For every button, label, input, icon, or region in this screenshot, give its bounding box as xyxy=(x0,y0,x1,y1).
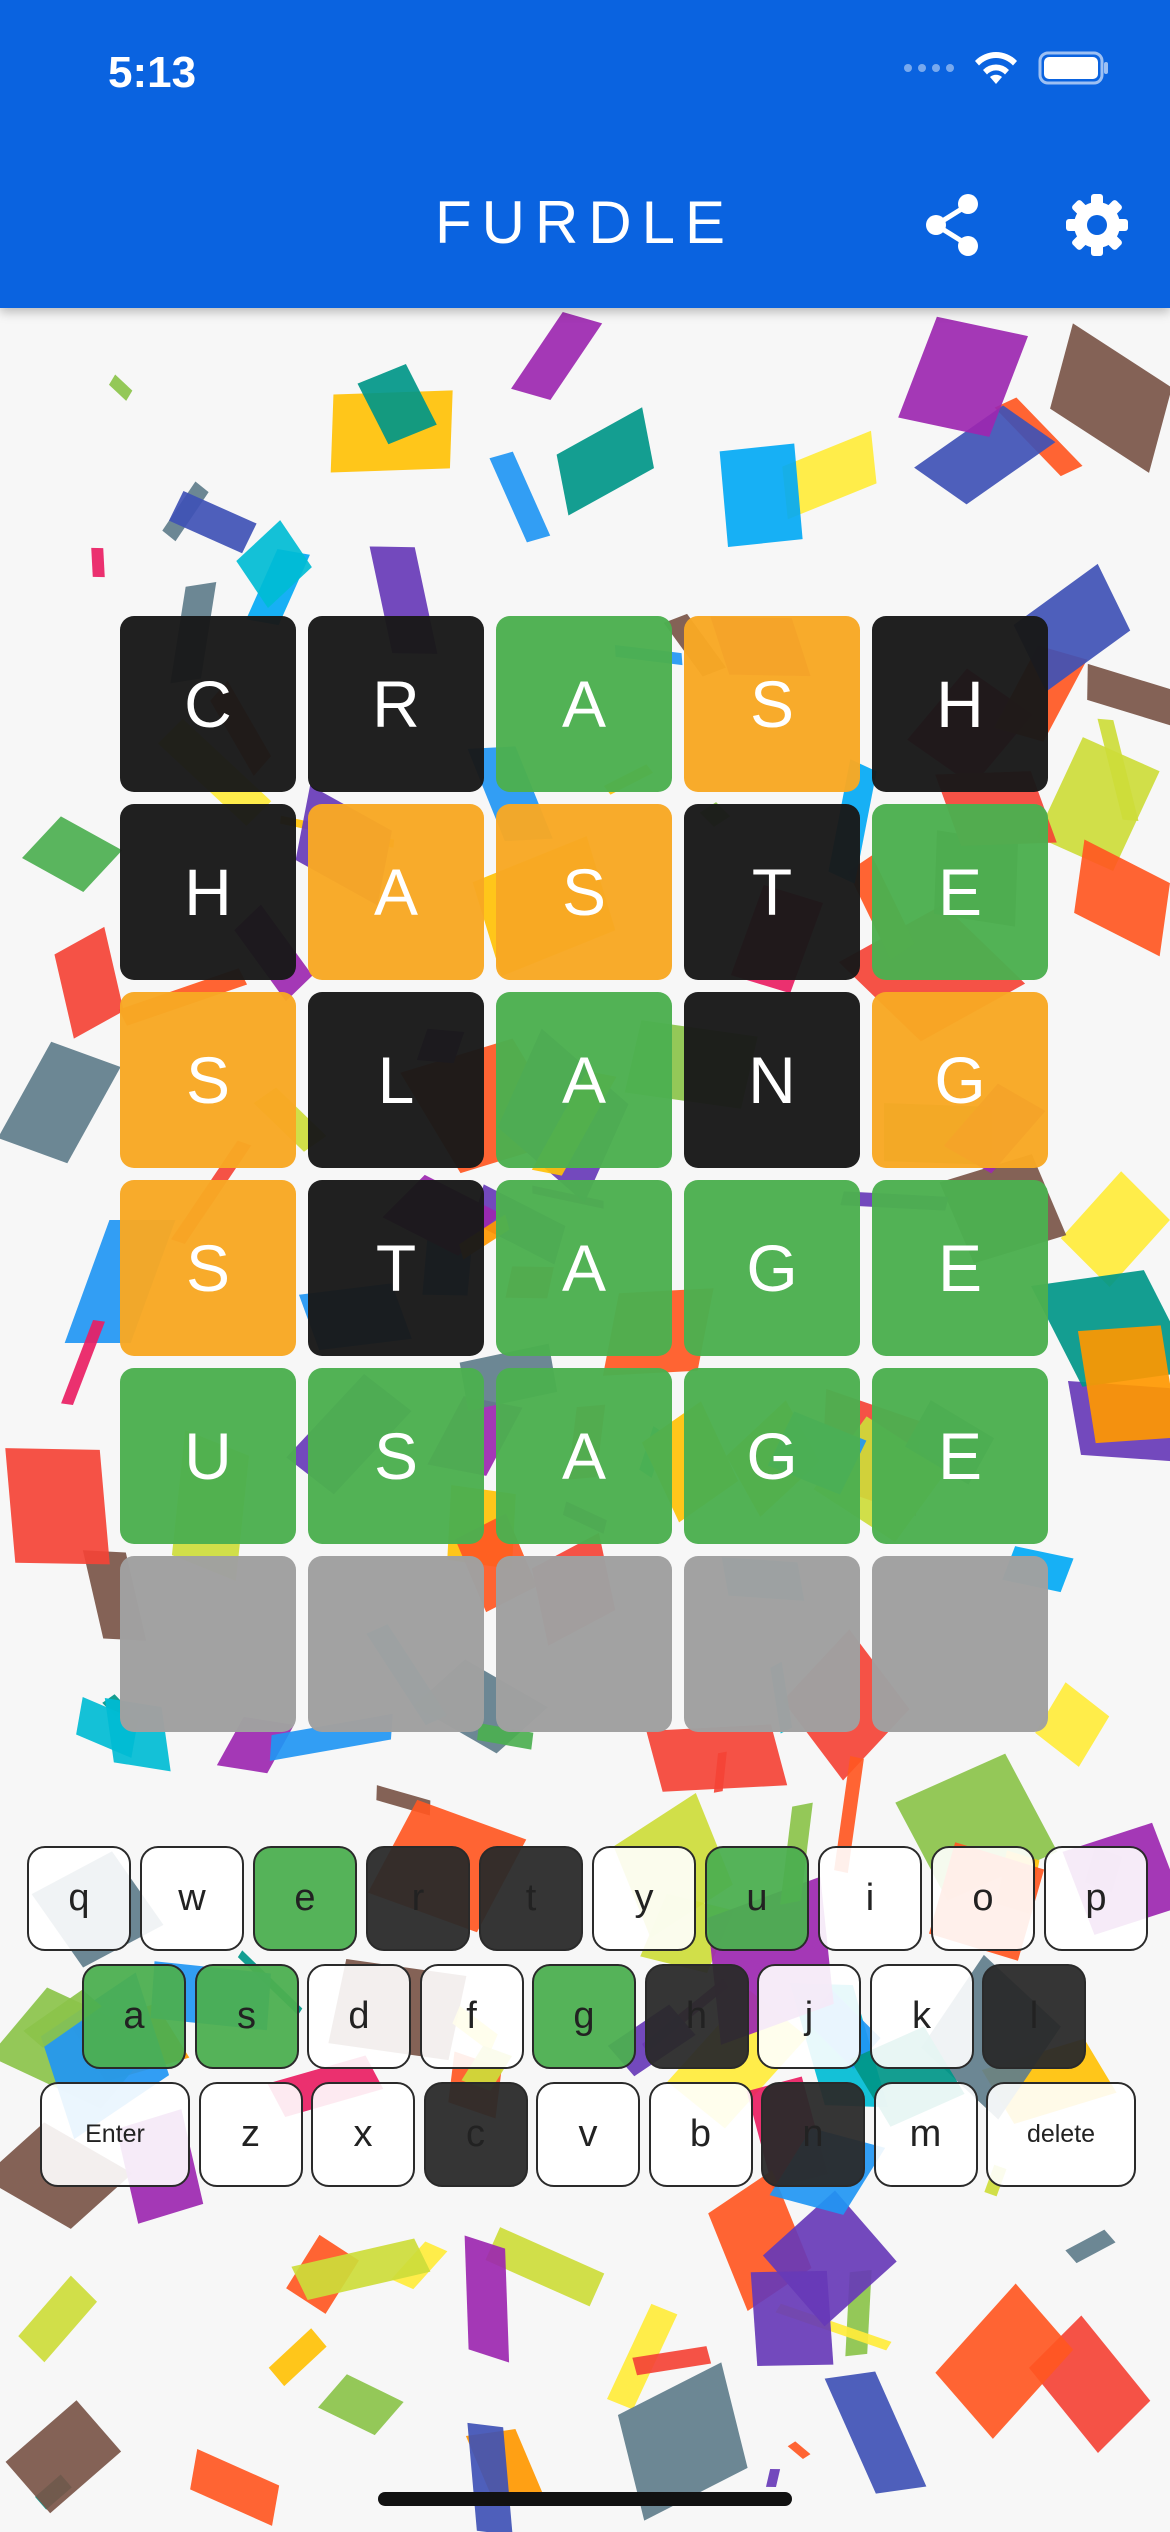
board-tile: C xyxy=(120,616,296,792)
key-n[interactable]: n xyxy=(761,2082,865,2187)
board-tile: G xyxy=(872,992,1048,1168)
confetti-piece xyxy=(719,443,803,548)
board-tile: T xyxy=(684,804,860,980)
confetti-piece xyxy=(21,815,123,893)
board-tile: H xyxy=(120,804,296,980)
board-tile: A xyxy=(496,1180,672,1356)
board-tile: A xyxy=(496,992,672,1168)
board-tile: T xyxy=(308,1180,484,1356)
key-c[interactable]: c xyxy=(423,2082,528,2187)
delete-key[interactable]: delete xyxy=(986,2082,1136,2187)
key-s[interactable]: s xyxy=(194,1964,299,2069)
key-v[interactable]: v xyxy=(536,2082,640,2187)
key-l[interactable]: l xyxy=(982,1964,1086,2069)
status-time: 5:13 xyxy=(108,48,197,97)
confetti-piece xyxy=(0,1042,121,1164)
board-tile xyxy=(684,1556,860,1732)
board-tile: S xyxy=(496,804,672,980)
board-tile: E xyxy=(872,1368,1048,1544)
wifi-icon xyxy=(975,52,1017,84)
board-tile: E xyxy=(872,1180,1048,1356)
key-w[interactable]: w xyxy=(140,1846,244,1951)
confetti-piece xyxy=(168,490,257,554)
board-tile: S xyxy=(684,616,860,792)
key-y[interactable]: y xyxy=(592,1846,696,1951)
key-e[interactable]: e xyxy=(253,1846,357,1951)
confetti-piece xyxy=(489,451,550,543)
confetti-piece xyxy=(464,2235,510,2363)
board-tile: S xyxy=(120,992,296,1168)
confetti-piece xyxy=(1065,2229,1116,2264)
enter-key[interactable]: Enter xyxy=(40,2082,190,2187)
key-g[interactable]: g xyxy=(532,1964,636,2069)
confetti-piece xyxy=(934,2283,1073,2440)
board-tile xyxy=(872,1556,1048,1732)
confetti-piece xyxy=(269,2327,327,2386)
key-z[interactable]: z xyxy=(198,2082,303,2187)
settings-icon[interactable] xyxy=(1062,190,1132,260)
key-a[interactable]: a xyxy=(82,1964,186,2069)
cellular-signal-icon xyxy=(904,64,954,72)
board-tile: A xyxy=(308,804,484,980)
confetti-piece xyxy=(510,312,602,401)
confetti-piece xyxy=(189,2448,279,2526)
board-tile: A xyxy=(496,616,672,792)
board-tile: G xyxy=(684,1180,860,1356)
key-d[interactable]: d xyxy=(307,1964,411,2069)
key-i[interactable]: i xyxy=(818,1846,922,1951)
confetti-piece xyxy=(646,1724,788,1793)
board-tile: L xyxy=(308,992,484,1168)
confetti-piece xyxy=(1073,839,1170,957)
board-tile xyxy=(496,1556,672,1732)
key-r[interactable]: r xyxy=(366,1846,470,1951)
confetti-piece xyxy=(318,2374,404,2435)
board-tile: H xyxy=(872,616,1048,792)
key-o[interactable]: o xyxy=(931,1846,1035,1951)
key-p[interactable]: p xyxy=(1044,1846,1148,1951)
board-tile: G xyxy=(684,1368,860,1544)
board-tile: S xyxy=(308,1368,484,1544)
confetti-piece xyxy=(824,2371,927,2494)
battery-icon xyxy=(1038,51,1108,85)
confetti-piece xyxy=(788,2441,811,2459)
key-k[interactable]: k xyxy=(869,1964,974,2069)
key-h[interactable]: h xyxy=(644,1964,749,2069)
key-x[interactable]: x xyxy=(311,2082,415,2187)
key-j[interactable]: j xyxy=(757,1964,861,2069)
board-tile: A xyxy=(496,1368,672,1544)
key-t[interactable]: t xyxy=(479,1846,583,1951)
confetti-piece xyxy=(5,2400,121,2514)
board-tile: E xyxy=(872,804,1048,980)
board-tile xyxy=(120,1556,296,1732)
confetti-piece xyxy=(750,2270,834,2366)
status-icons xyxy=(904,50,1110,86)
key-f[interactable]: f xyxy=(419,1964,524,2069)
on-screen-keyboard: q w e r t y u i o p a s d f g h j k l Enter z x c v b n m delete xyxy=(0,1846,1170,2191)
confetti-piece xyxy=(766,2469,781,2488)
board-tile: S xyxy=(120,1180,296,1356)
board-tile: R xyxy=(308,616,484,792)
confetti-piece xyxy=(18,2275,98,2363)
app-bar: 5:13 FURDLE xyxy=(0,0,1170,308)
confetti-piece xyxy=(5,1448,110,1565)
key-m[interactable]: m xyxy=(873,2082,978,2187)
app-title: FURDLE xyxy=(434,189,736,256)
confetti-piece xyxy=(556,407,655,516)
confetti-piece xyxy=(108,374,133,401)
confetti-piece xyxy=(91,548,106,578)
share-icon[interactable] xyxy=(918,190,988,260)
confetti-piece xyxy=(54,926,124,1039)
key-q[interactable]: q xyxy=(27,1846,131,1951)
board-tile: N xyxy=(684,992,860,1168)
board-tile: U xyxy=(120,1368,296,1544)
confetti-piece xyxy=(1060,1170,1170,1287)
key-b[interactable]: b xyxy=(648,2082,753,2187)
key-u[interactable]: u xyxy=(705,1846,809,1951)
home-indicator xyxy=(378,2492,792,2506)
board-tile xyxy=(308,1556,484,1732)
